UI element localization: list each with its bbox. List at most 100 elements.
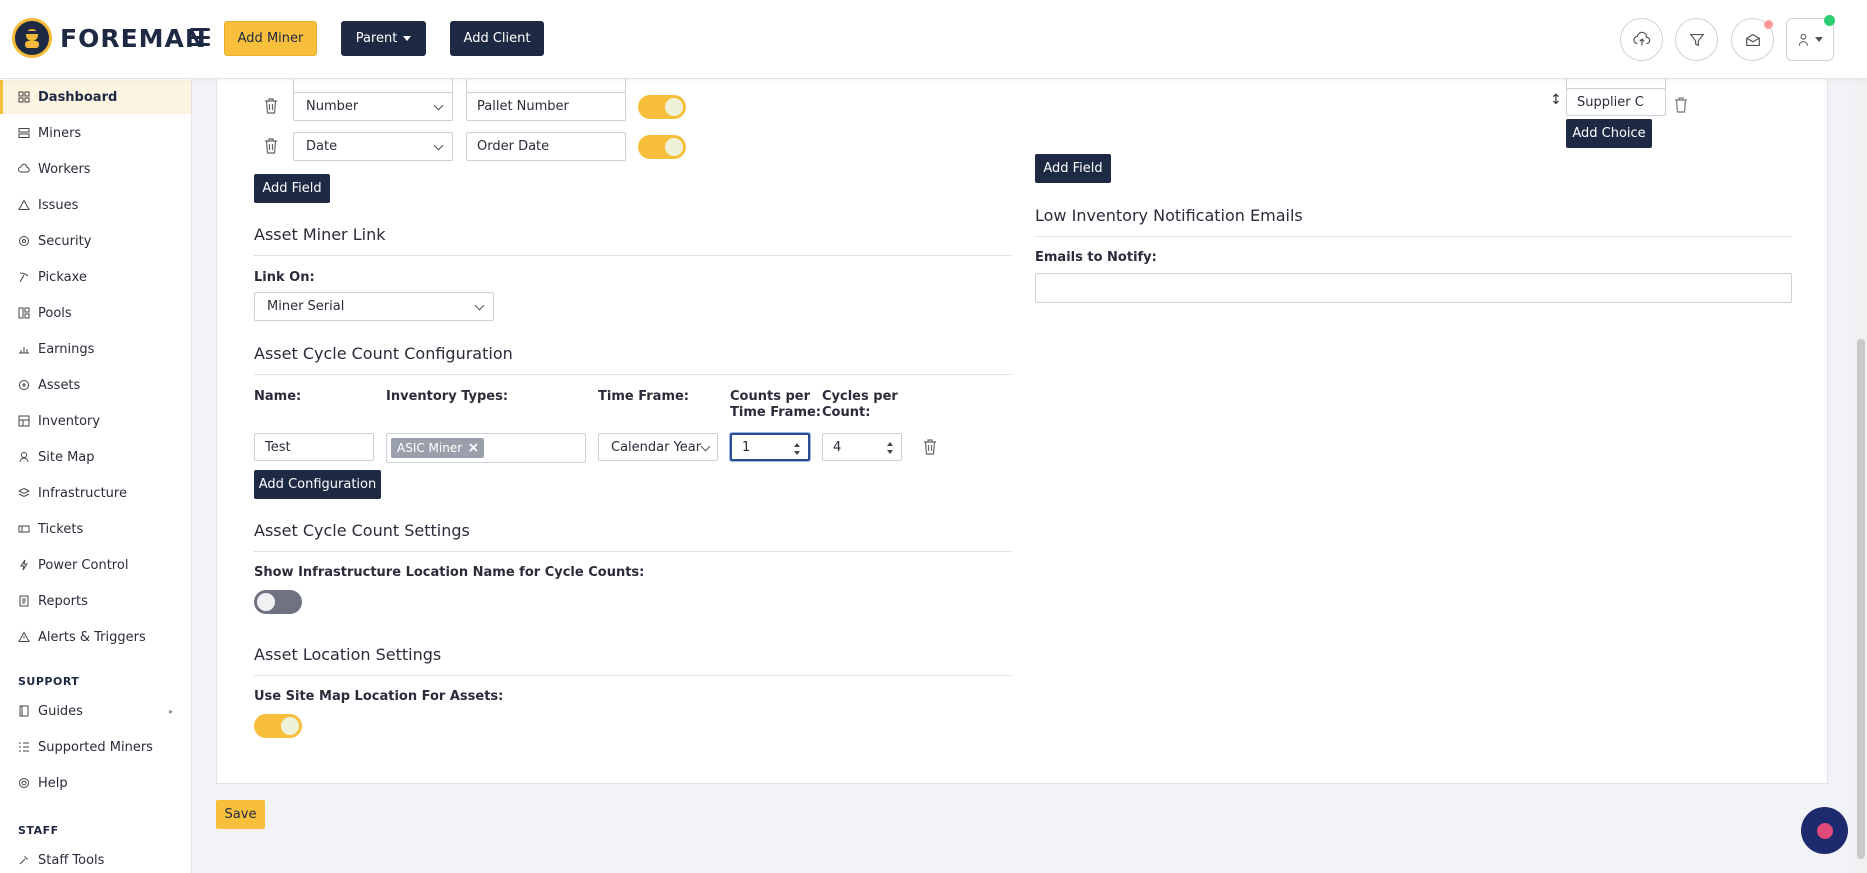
field-name-input[interactable]: Order Date	[466, 132, 626, 161]
field-name-value: Pallet Number	[477, 99, 569, 114]
sidebar-item-label: Power Control	[38, 557, 129, 573]
sidebar-item-site-map[interactable]: Site Map	[0, 440, 191, 474]
config-name-input[interactable]: Test	[254, 433, 374, 461]
user-menu-button[interactable]	[1786, 15, 1835, 61]
inventory-types-multiselect[interactable]: ASIC Miner ×	[386, 433, 586, 463]
sidebar-item-label: Workers	[38, 161, 91, 177]
number-stepper-icon[interactable]	[887, 442, 893, 454]
add-field-right-button[interactable]: Add Field	[1035, 154, 1111, 183]
add-miner-button[interactable]: Add Miner	[224, 21, 317, 56]
delete-field-button[interactable]	[263, 97, 279, 115]
time-frame-select[interactable]: Calendar Year	[598, 433, 718, 461]
drag-handle-icon[interactable]: ↕	[1550, 92, 1562, 108]
chevron-right-icon: ▸	[168, 706, 173, 716]
cloud-upload-icon	[1632, 31, 1650, 45]
parent-dropdown-button[interactable]: Parent	[341, 21, 426, 56]
link-on-select[interactable]: Miner Serial	[254, 292, 494, 321]
column-time-frame-label: Time Frame:	[598, 389, 690, 404]
earnings-icon	[18, 343, 30, 355]
field-name-input[interactable]: Pallet Number	[466, 92, 626, 121]
delete-field-button[interactable]	[263, 137, 279, 155]
sitemap-icon	[18, 451, 30, 463]
field-enabled-toggle[interactable]	[638, 135, 686, 159]
sidebar-item-label: Reports	[38, 593, 88, 609]
sidebar-item-staff-tools[interactable]: Staff Tools	[0, 843, 191, 873]
add-configuration-button[interactable]: Add Configuration	[254, 470, 381, 499]
add-field-button[interactable]: Add Field	[254, 174, 330, 203]
chevron-down-icon	[433, 140, 444, 151]
chat-support-button[interactable]	[1801, 807, 1848, 854]
inventory-type-chip: ASIC Miner ×	[391, 438, 485, 458]
cycle-settings-title: Asset Cycle Count Settings	[254, 521, 470, 540]
toggle-knob	[665, 98, 683, 116]
add-miner-label: Add Miner	[237, 31, 304, 46]
menu-toggle-icon[interactable]	[190, 28, 210, 46]
inbox-icon	[1745, 33, 1760, 46]
sidebar-item-workers[interactable]: Workers	[0, 152, 191, 186]
sidebar-item-label: Pools	[38, 305, 72, 321]
trash-icon	[265, 98, 277, 114]
emails-input[interactable]	[1035, 273, 1792, 303]
divider	[254, 255, 1011, 256]
cloud-icon	[18, 163, 30, 175]
sidebar-item-power-control[interactable]: Power Control	[0, 548, 191, 582]
sidebar-item-issues[interactable]: Issues	[0, 188, 191, 222]
trash-icon	[1675, 97, 1687, 113]
filter-button[interactable]	[1675, 18, 1718, 61]
notifications-button[interactable]	[1731, 18, 1774, 61]
use-site-map-toggle[interactable]	[254, 714, 302, 738]
sidebar-item-reports[interactable]: Reports	[0, 584, 191, 618]
sidebar-item-pickaxe[interactable]: Pickaxe	[0, 260, 191, 294]
scrollbar-thumb[interactable]	[1857, 339, 1865, 859]
sidebar-item-assets[interactable]: Assets	[0, 368, 191, 402]
upload-cloud-button[interactable]	[1620, 18, 1663, 61]
toggle-knob	[281, 717, 299, 735]
sidebar-item-tickets[interactable]: Tickets	[0, 512, 191, 546]
sidebar-item-miners[interactable]: Miners	[0, 116, 191, 150]
sidebar-item-earnings[interactable]: Earnings	[0, 332, 191, 366]
book-icon	[18, 705, 30, 717]
chevron-down-icon	[474, 300, 485, 311]
parent-label: Parent	[355, 31, 398, 46]
sidebar-item-help[interactable]: Help	[0, 766, 191, 800]
sidebar-item-label: Infrastructure	[38, 485, 127, 501]
sidebar-item-dashboard[interactable]: Dashboard	[0, 80, 191, 114]
field-enabled-toggle[interactable]	[638, 95, 686, 119]
sidebar-item-supported-miners[interactable]: Supported Miners	[0, 730, 191, 764]
sidebar-item-label: Site Map	[38, 449, 95, 465]
brand-logo[interactable]: FOREMAN	[12, 18, 207, 58]
brand-name: FOREMAN	[60, 23, 207, 53]
layers-icon	[18, 487, 30, 499]
add-choice-button[interactable]: Add Choice	[1566, 119, 1652, 148]
counts-per-time-frame-input[interactable]: 1	[730, 433, 810, 461]
choice-input[interactable]: Supplier C	[1566, 88, 1666, 116]
save-label: Save	[224, 807, 257, 822]
sidebar-item-inventory[interactable]: Inventory	[0, 404, 191, 438]
delete-configuration-button[interactable]	[922, 438, 938, 456]
column-name-label: Name:	[254, 389, 302, 404]
save-button[interactable]: Save	[216, 800, 265, 829]
number-stepper-icon[interactable]	[794, 443, 800, 455]
sidebar-item-security[interactable]: Security	[0, 224, 191, 258]
sidebar-item-alerts-triggers[interactable]: Alerts & Triggers	[0, 620, 191, 654]
field-type-select[interactable]: Number	[293, 92, 453, 121]
show-location-toggle[interactable]	[254, 590, 302, 614]
add-client-button[interactable]: Add Client	[450, 21, 544, 56]
sidebar-item-label: Help	[38, 775, 68, 791]
delete-choice-button[interactable]	[1673, 96, 1687, 113]
shield-icon	[18, 235, 30, 247]
add-field-label: Add Field	[262, 181, 322, 196]
settings-card: Number Pallet Number Date Order Date Add…	[216, 67, 1828, 784]
sidebar-item-infrastructure[interactable]: Infrastructure	[0, 476, 191, 510]
column-cycles-label-1: Cycles per	[822, 389, 898, 404]
sidebar-item-label: Assets	[38, 377, 81, 393]
page-scrollbar[interactable]	[1855, 79, 1867, 873]
help-icon	[18, 777, 30, 789]
field-type-select[interactable]: Date	[293, 132, 453, 161]
remove-chip-icon[interactable]: ×	[467, 440, 479, 456]
add-choice-label: Add Choice	[1572, 126, 1646, 141]
divider	[254, 374, 1011, 375]
sidebar-item-guides[interactable]: Guides ▸	[0, 694, 191, 728]
sidebar-item-pools[interactable]: Pools	[0, 296, 191, 330]
cycles-per-count-input[interactable]: 4	[822, 433, 902, 461]
